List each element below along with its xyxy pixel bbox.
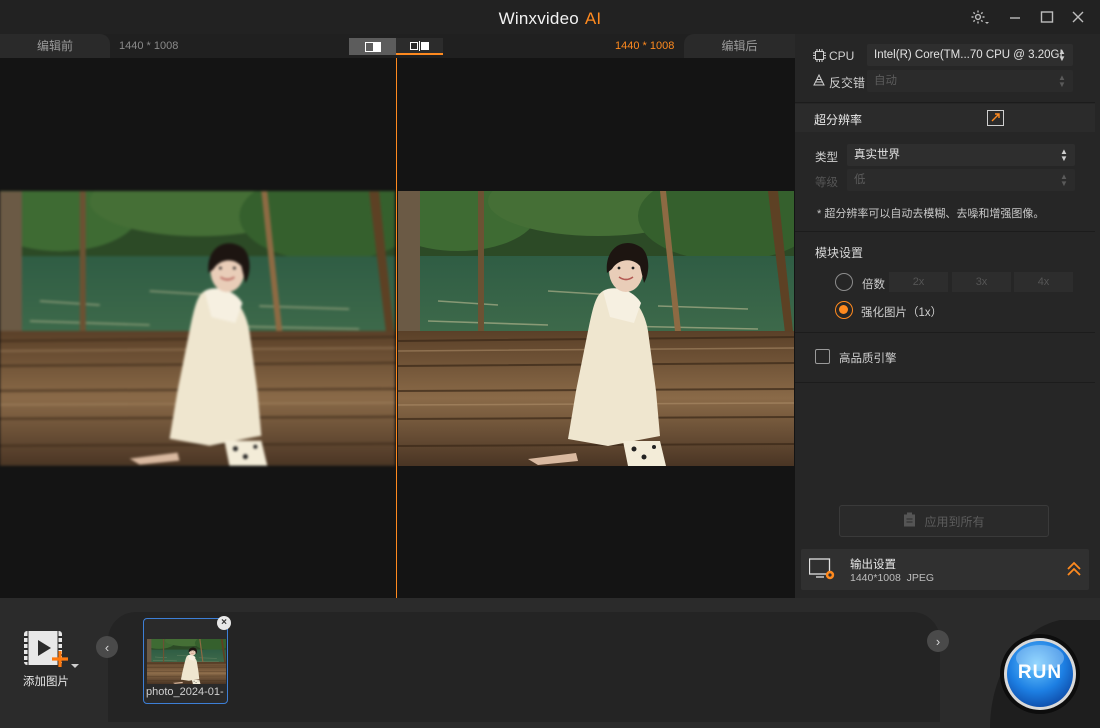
view-mode-toggle [349,38,444,55]
split-view-button[interactable] [349,38,396,55]
section-divider [795,382,1100,383]
app-title-text: Winxvideo [498,9,579,28]
remove-thumbnail-icon[interactable]: × [217,616,231,630]
add-video-icon[interactable] [23,629,83,674]
enhance-label: 强化图片（1x） [861,307,943,319]
updown-icon: ▲ ▼ [1058,47,1066,63]
module-settings-title: 模块设置 [815,246,864,260]
side-by-side-view-button[interactable] [396,38,443,55]
level-select[interactable]: 低 ▲ ▼ [847,169,1075,191]
super-resolution-header: 超分辨率 [795,104,1100,132]
thumbnail-image [147,639,226,684]
before-label: 编辑前 [0,34,110,58]
before-preview-image [0,191,395,466]
thumbnail-item[interactable]: photo_2024-01- [143,618,228,704]
after-dimensions: 1440 * 1008 [615,40,675,52]
cpu-chip-icon [813,49,826,65]
scale-label: 倍数 [862,279,885,291]
add-image-label[interactable]: 添加图片 [23,673,69,689]
before-dimensions: 1440 * 1008 [119,40,179,52]
deinterlace-label: 反交错 [829,76,866,90]
hq-engine-checkbox[interactable] [815,349,830,364]
after-preview-image [398,191,794,466]
enhance-radio[interactable] [835,301,853,319]
run-label: RUN [1017,662,1063,683]
clipboard-icon [903,512,916,530]
double-chevron-up-icon[interactable] [1067,561,1081,580]
updown-icon: ▲ ▼ [1058,73,1066,89]
output-settings-icon [808,558,837,585]
app-title-accent: AI [584,9,602,28]
split-view-icon [364,41,381,52]
updown-icon: ▲ ▼ [1060,172,1068,188]
super-resolution-title: 超分辨率 [814,113,863,127]
minimize-icon[interactable] [1004,8,1026,26]
output-resolution: 1440*1008 [850,572,901,584]
updown-icon: ▲ ▼ [1060,147,1068,163]
type-label: 类型 [815,152,838,164]
run-button-area: RUN [990,620,1100,728]
section-divider [795,102,1100,103]
expand-icon[interactable] [987,110,1004,129]
panel-edge [1095,34,1100,598]
scale-2x-button[interactable]: 2x [889,272,948,292]
deinterlace-select-value: 自动 [874,75,897,87]
close-icon[interactable] [1067,8,1089,26]
type-select-value: 真实世界 [854,149,900,161]
title-bar: Winxvideo AI [0,0,1100,34]
thumbnail-filename: photo_2024-01- [146,686,224,698]
scale-3x-button[interactable]: 3x [952,272,1011,292]
maximize-icon[interactable] [1036,8,1058,26]
chevron-left-icon[interactable]: ‹ [96,636,118,658]
section-divider [795,231,1100,232]
preview-header: 编辑前 1440 * 1008 1440 * 1008 编辑后 [0,34,795,58]
output-settings-box[interactable]: 输出设置 1440*1008 JPEG [801,549,1089,590]
scale-radio[interactable] [835,273,853,291]
type-select[interactable]: 真实世界 ▲ ▼ [847,144,1075,166]
deinterlace-icon [813,73,825,89]
level-label: 等级 [815,177,838,189]
side-by-side-icon [409,40,429,51]
scale-4x-button[interactable]: 4x [1014,272,1073,292]
super-resolution-note: * 超分辨率可以自动去模糊、去噪和增强图像。 [817,208,1045,220]
thumbnail-strip [108,612,940,722]
gear-icon[interactable] [968,8,990,26]
after-label: 编辑后 [684,34,795,58]
level-select-value: 低 [854,174,866,186]
section-divider [795,332,1100,333]
cpu-select[interactable]: Intel(R) Core(TM...70 CPU @ 3.20GI ▲ ▼ [867,44,1073,66]
preview-area[interactable] [0,58,795,598]
output-settings-title: 输出设置 [850,559,896,571]
bottom-bar: 添加图片 ‹ › photo_2024-01- RUN [0,598,1100,728]
apply-to-all-button[interactable]: 应用到所有 [839,505,1049,537]
settings-panel: CPU Intel(R) Core(TM...70 CPU @ 3.20GI ▲… [795,34,1100,598]
compare-divider-handle[interactable] [396,58,397,598]
app-title: Winxvideo AI [0,9,1100,29]
cpu-label: CPU [829,49,855,63]
hq-engine-label: 高品质引擎 [839,353,897,365]
deinterlace-select[interactable]: 自动 ▲ ▼ [867,70,1073,92]
output-format: JPEG [906,572,935,584]
chevron-right-icon[interactable]: › [927,630,949,652]
apply-to-all-label: 应用到所有 [924,514,985,529]
cpu-select-value: Intel(R) Core(TM...70 CPU @ 3.20GI [874,49,1063,61]
